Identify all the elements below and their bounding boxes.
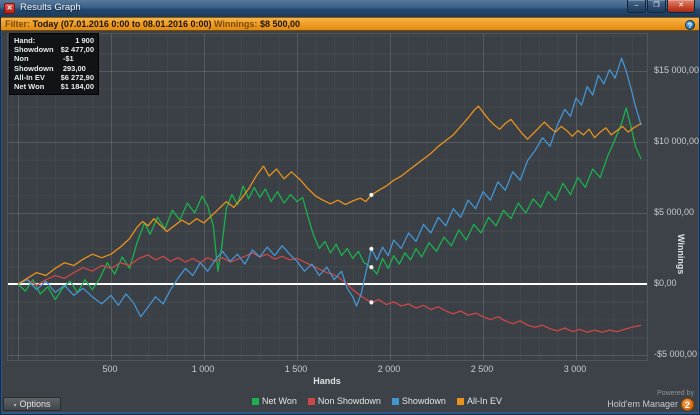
results-chart-plot[interactable] (7, 33, 648, 361)
legend-swatch-icon (391, 397, 399, 405)
title-bar[interactable]: ✕ Results Graph – ❐ ✕ (0, 0, 700, 17)
y-tick: $5 000,00 (654, 207, 695, 217)
y-tick: $0,00 (654, 278, 677, 288)
series-all-in-ev (17, 105, 642, 285)
y-tick: -$5 000,00 (654, 349, 698, 359)
x-tick: 3 000 (563, 364, 587, 374)
winnings-label: Winnings: (214, 19, 258, 29)
series-showdown (17, 57, 642, 318)
y-axis-title: Winnings (676, 234, 686, 275)
hover-marker-all-in-ev (369, 192, 374, 198)
y-tick: $10 000,00 (654, 136, 700, 146)
options-label: Options (19, 399, 51, 409)
options-button[interactable]: ▾ Options (3, 397, 61, 411)
series-non-showdown (17, 252, 642, 333)
x-axis-title: Hands (313, 376, 341, 386)
legend-item-non-showdown: Non Showdown (307, 396, 381, 406)
legend-item-showdown: Showdown (391, 396, 446, 406)
filter-bar: Filter: Today (07.01.2016 0:00 to 08.01.… (1, 17, 699, 31)
options-arrow-icon: ▾ (13, 403, 17, 409)
help-icon[interactable]: ? (685, 19, 695, 30)
hover-marker-net-won (369, 265, 374, 270)
powered-by-block: Powered by Hold'em Manager 2 (607, 389, 694, 411)
legend: Net Won Non Showdown Showdown All-In EV (252, 396, 502, 406)
chart-area: Hand: 1 900 Showdown $2 477,00 Non Showdown -… (2, 31, 700, 412)
minimize-button[interactable]: – (627, 0, 646, 13)
filter-value: Today (07.01.2016 0:00 to 08.01.2016 0:0… (32, 19, 212, 29)
x-tick: 1 000 (191, 364, 215, 374)
results-graph-window: ✕ Results Graph – ❐ ✕ Filter: Today (07.… (0, 0, 700, 415)
results-chart[interactable] (8, 34, 647, 360)
window-title: Results Graph (20, 2, 81, 13)
legend-swatch-icon (307, 397, 315, 405)
tooltip-row: Showdown $2 477,00 (14, 45, 94, 55)
legend-item-net-won: Net Won (252, 396, 297, 406)
x-tick: 2 500 (470, 364, 494, 374)
y-tick: $15 000,00 (654, 65, 700, 75)
winnings-value: $8 500,00 (259, 19, 300, 29)
legend-swatch-icon (456, 397, 464, 405)
brand-name: Hold'em Manager (607, 399, 678, 409)
tooltip-row: Non Showdown -$1 293,00 (14, 54, 86, 73)
filter-label: Filter: (5, 19, 31, 29)
powered-by-text: Powered by (657, 390, 694, 397)
tooltip-row: All-In EV $6 272,90 (14, 72, 94, 82)
close-button[interactable]: ✕ (667, 0, 695, 13)
app-icon: ✕ (4, 3, 15, 14)
hover-tooltip: Hand: 1 900 Showdown $2 477,00 Non Showdown -… (9, 33, 99, 96)
x-tick: 500 (102, 364, 118, 374)
maximize-button[interactable]: ❐ (647, 0, 666, 13)
hover-marker-non-showdown (369, 300, 374, 305)
hm2-badge-icon: 2 (681, 398, 694, 411)
legend-swatch-icon (252, 397, 259, 405)
tooltip-row: Net Won $1 184,00 (14, 82, 94, 92)
hover-marker-showdown (369, 246, 374, 251)
x-tick: 1 500 (284, 364, 308, 374)
x-tick: 2 000 (377, 364, 401, 374)
tooltip-row: Hand: 1 900 (14, 36, 94, 45)
legend-item-all-in-ev: All-In EV (456, 396, 502, 406)
